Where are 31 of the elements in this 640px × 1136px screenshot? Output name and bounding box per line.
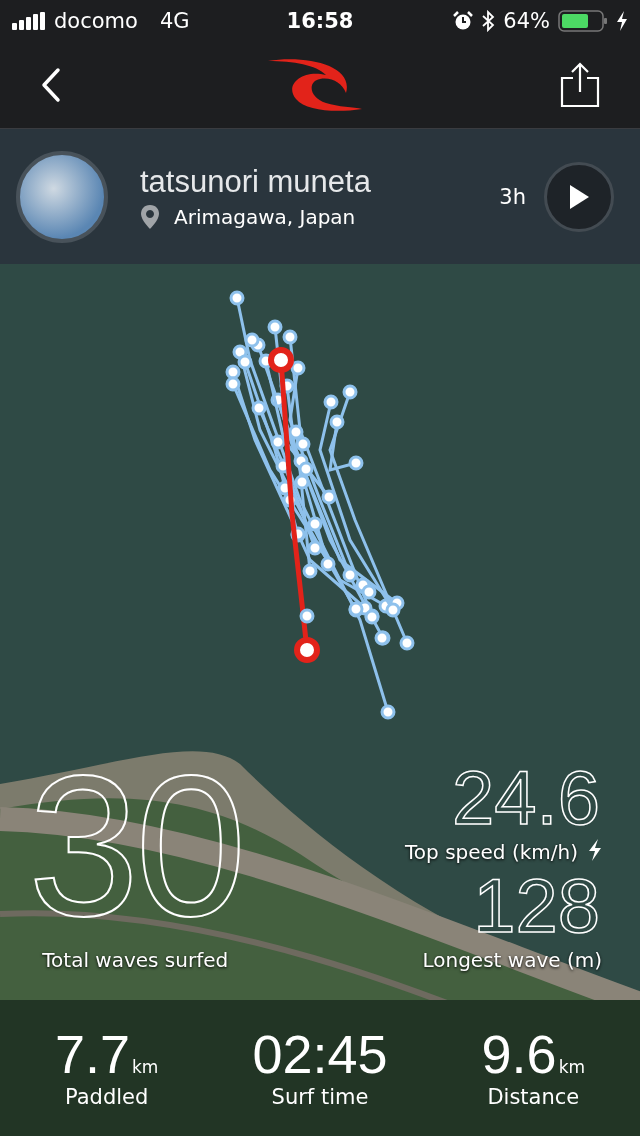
total-waves-count: 30 [28,756,243,936]
charging-bolt-icon [616,11,628,31]
play-icon [568,183,590,210]
summary-value: 7.7 [54,1027,130,1081]
signal-icon [12,12,46,30]
network-type: 4G [159,9,190,33]
unit-label: km [132,1057,159,1077]
summary-label: Surf time [271,1085,369,1109]
unit-label: km [558,1057,586,1077]
total-waves-label: Total waves surfed [42,948,229,972]
back-button[interactable] [40,67,62,103]
stat-label: Top speed (km/h) [405,840,578,864]
session-duration: 3h [499,184,526,209]
location-pin-icon [140,203,160,230]
stat-value: 24.6 [452,760,600,836]
stat-label: Longest wave (m) [422,948,602,972]
summary-label: Distance [487,1085,580,1109]
lightning-bolt-icon [588,839,602,861]
clock-time: 16:58 [286,9,354,33]
alarm-clock-icon [453,11,474,31]
summary-value: 9.6 [481,1027,557,1081]
stat-value: 128 [473,868,600,944]
location-name: Arimagawa, Japan [174,204,356,229]
carrier-name: docomo [54,9,138,33]
bluetooth-icon [481,10,496,32]
share-button[interactable] [560,62,600,108]
battery-icon [558,10,608,32]
battery-percent: 64% [503,9,550,33]
summary-label: Paddled [65,1085,149,1109]
summary-value: 02:45 [252,1027,388,1081]
user-name: tatsunori muneta [140,163,372,200]
